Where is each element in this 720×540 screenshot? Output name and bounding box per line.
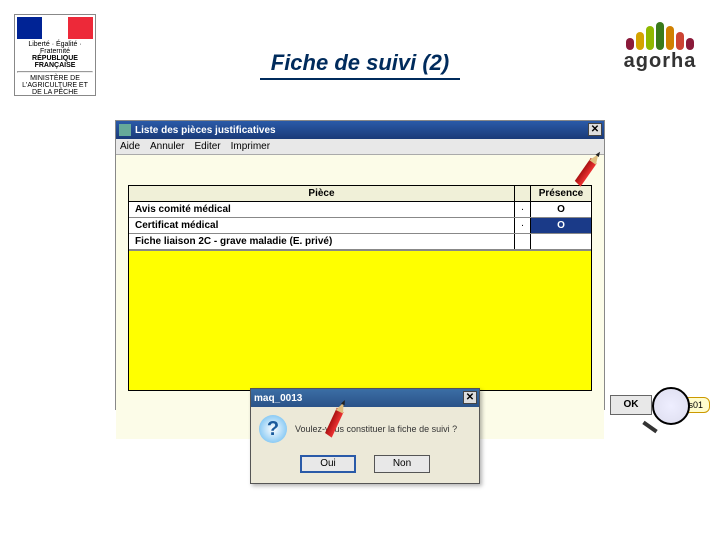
menu-imprimer[interactable]: Imprimer — [231, 141, 270, 152]
no-button[interactable]: Non — [374, 455, 430, 473]
table-row[interactable]: Certificat médical . O — [129, 218, 591, 234]
table-header: Pièce Présence — [129, 186, 591, 202]
dialog-titlebar[interactable]: maq_0013 ✕ — [251, 389, 479, 407]
cell-presence[interactable]: O — [531, 202, 591, 217]
close-icon[interactable]: ✕ — [463, 391, 477, 404]
close-icon[interactable]: ✕ — [588, 123, 602, 136]
yes-button[interactable]: Oui — [300, 455, 356, 473]
cell-piece: Fiche liaison 2C - grave maladie (E. pri… — [129, 234, 515, 249]
window-icon — [119, 124, 131, 136]
question-icon: ? — [259, 415, 287, 443]
table-empty-area — [129, 250, 591, 390]
cell-piece: Avis comité médical — [129, 202, 515, 217]
cell-dot — [515, 234, 531, 249]
cell-presence[interactable] — [531, 234, 591, 249]
table-row[interactable]: Avis comité médical . O — [129, 202, 591, 218]
confirm-dialog: maq_0013 ✕ ? Voulez-vous constituer la f… — [250, 388, 480, 484]
dialog-buttons: Oui Non — [251, 451, 479, 483]
dialog-message: Voulez-vous constituer la fiche de suivi… — [295, 424, 457, 434]
cell-piece: Certificat médical — [129, 218, 515, 233]
col-header-presence: Présence — [531, 186, 591, 201]
page-title: Fiche de suivi (2) — [0, 50, 720, 80]
menu-editer[interactable]: Editer — [194, 141, 220, 152]
menubar: Aide Annuler Editer Imprimer — [116, 139, 604, 155]
cell-dot: . — [515, 218, 531, 233]
cell-dot: . — [515, 202, 531, 217]
magnifier-icon — [652, 387, 690, 425]
cell-presence[interactable]: O — [531, 218, 591, 233]
col-header-dot — [515, 186, 531, 201]
menu-aide[interactable]: Aide — [120, 141, 140, 152]
pieces-table: Pièce Présence Avis comité médical . O C… — [128, 185, 592, 391]
ok-button[interactable]: OK — [610, 395, 652, 415]
window-titlebar[interactable]: Liste des pièces justificatives ✕ — [116, 121, 604, 139]
menu-annuler[interactable]: Annuler — [150, 141, 184, 152]
table-row[interactable]: Fiche liaison 2C - grave maladie (E. pri… — [129, 234, 591, 250]
dialog-title: maq_0013 — [254, 393, 302, 404]
dialog-body: ? Voulez-vous constituer la fiche de sui… — [251, 407, 479, 451]
main-window: Liste des pièces justificatives ✕ Aide A… — [115, 120, 605, 410]
col-header-piece: Pièce — [129, 186, 515, 201]
window-title: Liste des pièces justificatives — [135, 125, 276, 136]
